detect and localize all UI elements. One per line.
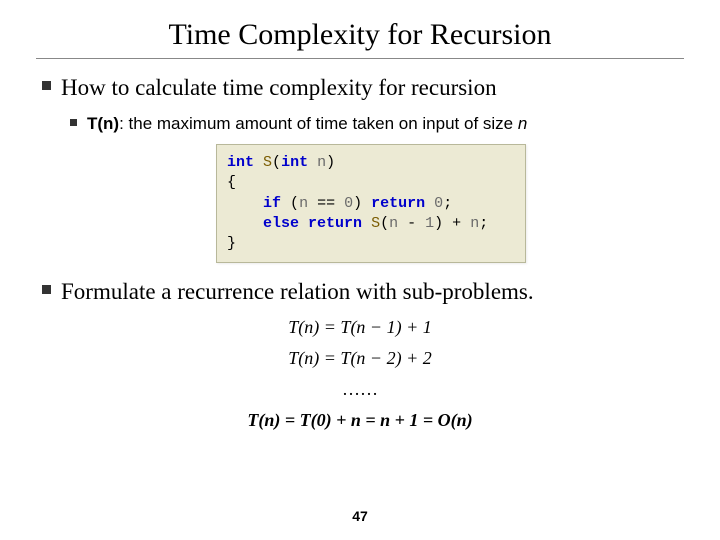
lit-0: 0: [434, 195, 443, 212]
paren: (: [272, 154, 281, 171]
title-divider: [36, 58, 684, 59]
bullet-level1-how: How to calculate time complexity for rec…: [42, 73, 684, 103]
bullet2-text: T(n): the maximum amount of time taken o…: [87, 113, 527, 134]
equation-ellipsis: ……: [36, 379, 684, 400]
equation-final: T(n) = T(0) + n = n + 1 = O(n): [36, 410, 684, 431]
lit-0: 0: [344, 195, 353, 212]
bullet2-mid: : the maximum amount of time taken on in…: [119, 114, 518, 133]
kw-return: return: [308, 215, 362, 232]
semicolon: ;: [479, 215, 488, 232]
kw-int: int: [281, 154, 308, 171]
var-n: n: [299, 195, 308, 212]
bullet-level1-formulate: Formulate a recurrence relation with sub…: [42, 277, 684, 307]
equation-block: T(n) = T(n − 1) + 1 T(n) = T(n − 2) + 2 …: [36, 317, 684, 431]
bullet-list: How to calculate time complexity for rec…: [36, 73, 684, 134]
var-n: n: [389, 215, 398, 232]
page-number: 47: [0, 508, 720, 524]
square-bullet-icon: [70, 119, 77, 126]
kw-else: else: [263, 215, 299, 232]
kw-return: return: [371, 195, 425, 212]
semicolon: ;: [443, 195, 452, 212]
paren: (: [380, 215, 389, 232]
op-minus: -: [398, 215, 425, 232]
square-bullet-icon: [42, 285, 51, 294]
equation-1: T(n) = T(n − 1) + 1: [36, 317, 684, 338]
paren: ): [434, 215, 443, 232]
equation-2: T(n) = T(n − 2) + 2: [36, 348, 684, 369]
code-block: int S(int n) { if (n == 0) return 0; els…: [216, 144, 526, 263]
kw-int: int: [227, 154, 254, 171]
bullet1-text: How to calculate time complexity for rec…: [61, 73, 497, 103]
op-plus: +: [443, 215, 470, 232]
lit-1: 1: [425, 215, 434, 232]
bullet-list2: Formulate a recurrence relation with sub…: [36, 277, 684, 307]
kw-if: if: [263, 195, 281, 212]
bullet-level2-tn: T(n): the maximum amount of time taken o…: [70, 113, 684, 134]
brace: {: [227, 174, 236, 191]
brace: }: [227, 235, 236, 252]
var-n: n: [470, 215, 479, 232]
italic-n: n: [518, 114, 527, 133]
fn-name: S: [263, 154, 272, 171]
paren: (: [290, 195, 299, 212]
op-eq: ==: [308, 195, 344, 212]
paren: ): [353, 195, 362, 212]
square-bullet-icon: [42, 81, 51, 90]
paren: ): [326, 154, 335, 171]
fn-name: S: [371, 215, 380, 232]
bullet3-text: Formulate a recurrence relation with sub…: [61, 277, 534, 307]
param-n: n: [317, 154, 326, 171]
tn-label: T(n): [87, 114, 119, 133]
page-title: Time Complexity for Recursion: [36, 18, 684, 52]
